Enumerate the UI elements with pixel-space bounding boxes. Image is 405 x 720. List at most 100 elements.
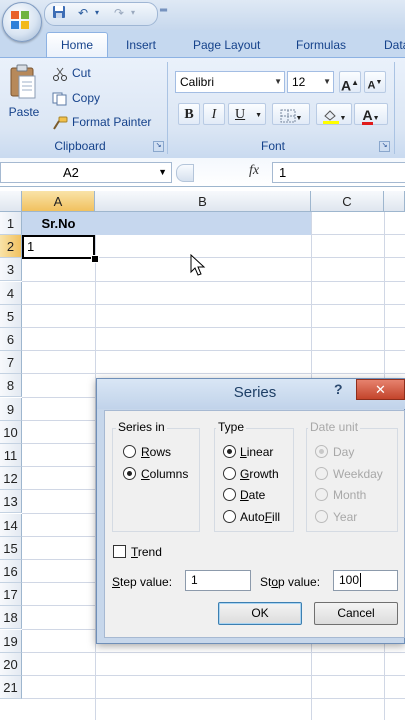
fill-color-button[interactable]: ▼: [316, 103, 352, 125]
row-header[interactable]: 4: [0, 282, 22, 305]
date-unit-legend: Date unit: [308, 420, 361, 434]
autofill-radio[interactable]: [223, 510, 236, 523]
formula-bar-resize-handle[interactable]: [176, 164, 194, 182]
row-header[interactable]: 16: [0, 560, 22, 583]
font-size-select[interactable]: 12 ▼: [287, 71, 334, 93]
row-header[interactable]: 10: [0, 421, 22, 444]
clipboard-launcher-icon[interactable]: ↘: [153, 141, 164, 152]
row-header[interactable]: 18: [0, 606, 22, 629]
month-radio[interactable]: [315, 488, 328, 501]
row-header[interactable]: 3: [0, 258, 22, 281]
linear-radio[interactable]: [223, 445, 236, 458]
column-header-d[interactable]: [384, 191, 405, 212]
trend-checkbox[interactable]: [113, 545, 126, 558]
name-box[interactable]: A2 ▼: [0, 162, 172, 183]
italic-button[interactable]: I: [203, 103, 225, 125]
month-label[interactable]: Month: [333, 488, 366, 502]
columns-label[interactable]: Columns: [141, 467, 188, 481]
row-header[interactable]: 5: [0, 305, 22, 328]
row-header[interactable]: 17: [0, 583, 22, 606]
row-header[interactable]: 1: [0, 212, 22, 235]
day-label[interactable]: Day: [333, 445, 354, 459]
columns-label-rest: olumns: [149, 467, 189, 481]
office-logo-icon: [11, 11, 29, 29]
customize-qat-icon[interactable]: ═: [160, 5, 167, 16]
column-header-a[interactable]: A: [22, 191, 95, 212]
row-header[interactable]: 14: [0, 514, 22, 537]
insert-function-icon[interactable]: fx: [249, 163, 259, 179]
day-radio[interactable]: [315, 445, 328, 458]
tab-formulas[interactable]: Formulas: [296, 34, 346, 56]
copy-button[interactable]: Copy: [52, 88, 100, 108]
grid-line: [22, 373, 405, 374]
font-color-button[interactable]: A▼: [354, 103, 388, 125]
stop-value-text: 100: [339, 573, 360, 587]
row-header[interactable]: 6: [0, 328, 22, 351]
borders-button[interactable]: ▼: [272, 103, 310, 125]
cut-button[interactable]: Cut: [52, 63, 91, 83]
help-icon[interactable]: ?: [334, 381, 343, 397]
step-value-input[interactable]: 1: [185, 570, 251, 591]
date-label[interactable]: Date: [240, 488, 265, 502]
cell-a1[interactable]: Sr.No: [22, 212, 95, 235]
row-header[interactable]: 12: [0, 467, 22, 490]
chevron-down-icon: ▼: [372, 115, 380, 122]
close-icon[interactable]: ✕: [356, 379, 405, 400]
tab-insert[interactable]: Insert: [126, 34, 156, 56]
rows-radio[interactable]: [123, 445, 136, 458]
paste-icon[interactable]: [8, 64, 38, 100]
weekday-radio[interactable]: [315, 467, 328, 480]
weekday-label[interactable]: Weekday: [333, 467, 383, 481]
row-header[interactable]: 13: [0, 490, 22, 513]
shrink-font-button[interactable]: A▼: [364, 71, 386, 93]
date-radio[interactable]: [223, 488, 236, 501]
columns-radio[interactable]: [123, 467, 136, 480]
year-label[interactable]: Year: [333, 510, 357, 524]
select-all-corner[interactable]: [0, 191, 22, 212]
grow-font-button[interactable]: A▲: [339, 71, 361, 94]
save-icon[interactable]: [51, 5, 67, 21]
tab-data[interactable]: Data: [384, 34, 405, 56]
ok-button[interactable]: OK: [218, 602, 302, 625]
tab-page-layout[interactable]: Page Layout: [193, 34, 260, 56]
row-header[interactable]: 11: [0, 444, 22, 467]
row-header[interactable]: 21: [0, 676, 22, 699]
redo-dropdown-icon[interactable]: ▾: [125, 5, 141, 21]
quick-access-toolbar: ↶ ▾ ↷ ▾: [44, 2, 158, 26]
column-header-c[interactable]: C: [311, 191, 384, 212]
stop-value-input[interactable]: 100: [333, 570, 398, 591]
format-painter-button[interactable]: Format Painter: [52, 112, 151, 132]
fill-handle[interactable]: [91, 255, 99, 263]
paste-button[interactable]: Paste: [6, 105, 42, 119]
year-radio[interactable]: [315, 510, 328, 523]
growth-radio[interactable]: [223, 467, 236, 480]
row-header[interactable]: 9: [0, 398, 22, 421]
font-family-select[interactable]: Calibri ▼: [175, 71, 285, 93]
rows-label[interactable]: Rows: [141, 445, 171, 459]
tab-home[interactable]: Home: [46, 32, 108, 58]
row-header[interactable]: 2: [0, 235, 22, 258]
row-header[interactable]: 19: [0, 630, 22, 653]
bold-button[interactable]: B: [178, 103, 200, 125]
underline-button[interactable]: U ▼: [228, 103, 266, 125]
row-header[interactable]: 8: [0, 374, 22, 397]
copy-label: Copy: [72, 91, 101, 105]
chevron-down-icon: ▼: [158, 167, 167, 177]
name-box-value: A2: [63, 165, 79, 180]
cell-a2-active[interactable]: 1: [22, 235, 95, 259]
trend-label[interactable]: Trend: [131, 545, 162, 559]
font-color-icon: A: [362, 107, 373, 125]
cut-label: Cut: [72, 66, 91, 80]
linear-label[interactable]: Linear: [240, 445, 273, 459]
undo-dropdown-icon[interactable]: ▾: [89, 5, 105, 21]
formula-input[interactable]: 1: [272, 162, 405, 183]
format-painter-icon: [52, 116, 68, 130]
font-launcher-icon[interactable]: ↘: [379, 141, 390, 152]
row-header[interactable]: 7: [0, 351, 22, 374]
cancel-button[interactable]: Cancel: [314, 602, 398, 625]
autofill-label[interactable]: AutoFill: [240, 510, 280, 524]
column-header-b[interactable]: B: [95, 191, 311, 212]
growth-label[interactable]: Growth: [240, 467, 279, 481]
row-header[interactable]: 15: [0, 537, 22, 560]
row-header[interactable]: 20: [0, 653, 22, 676]
